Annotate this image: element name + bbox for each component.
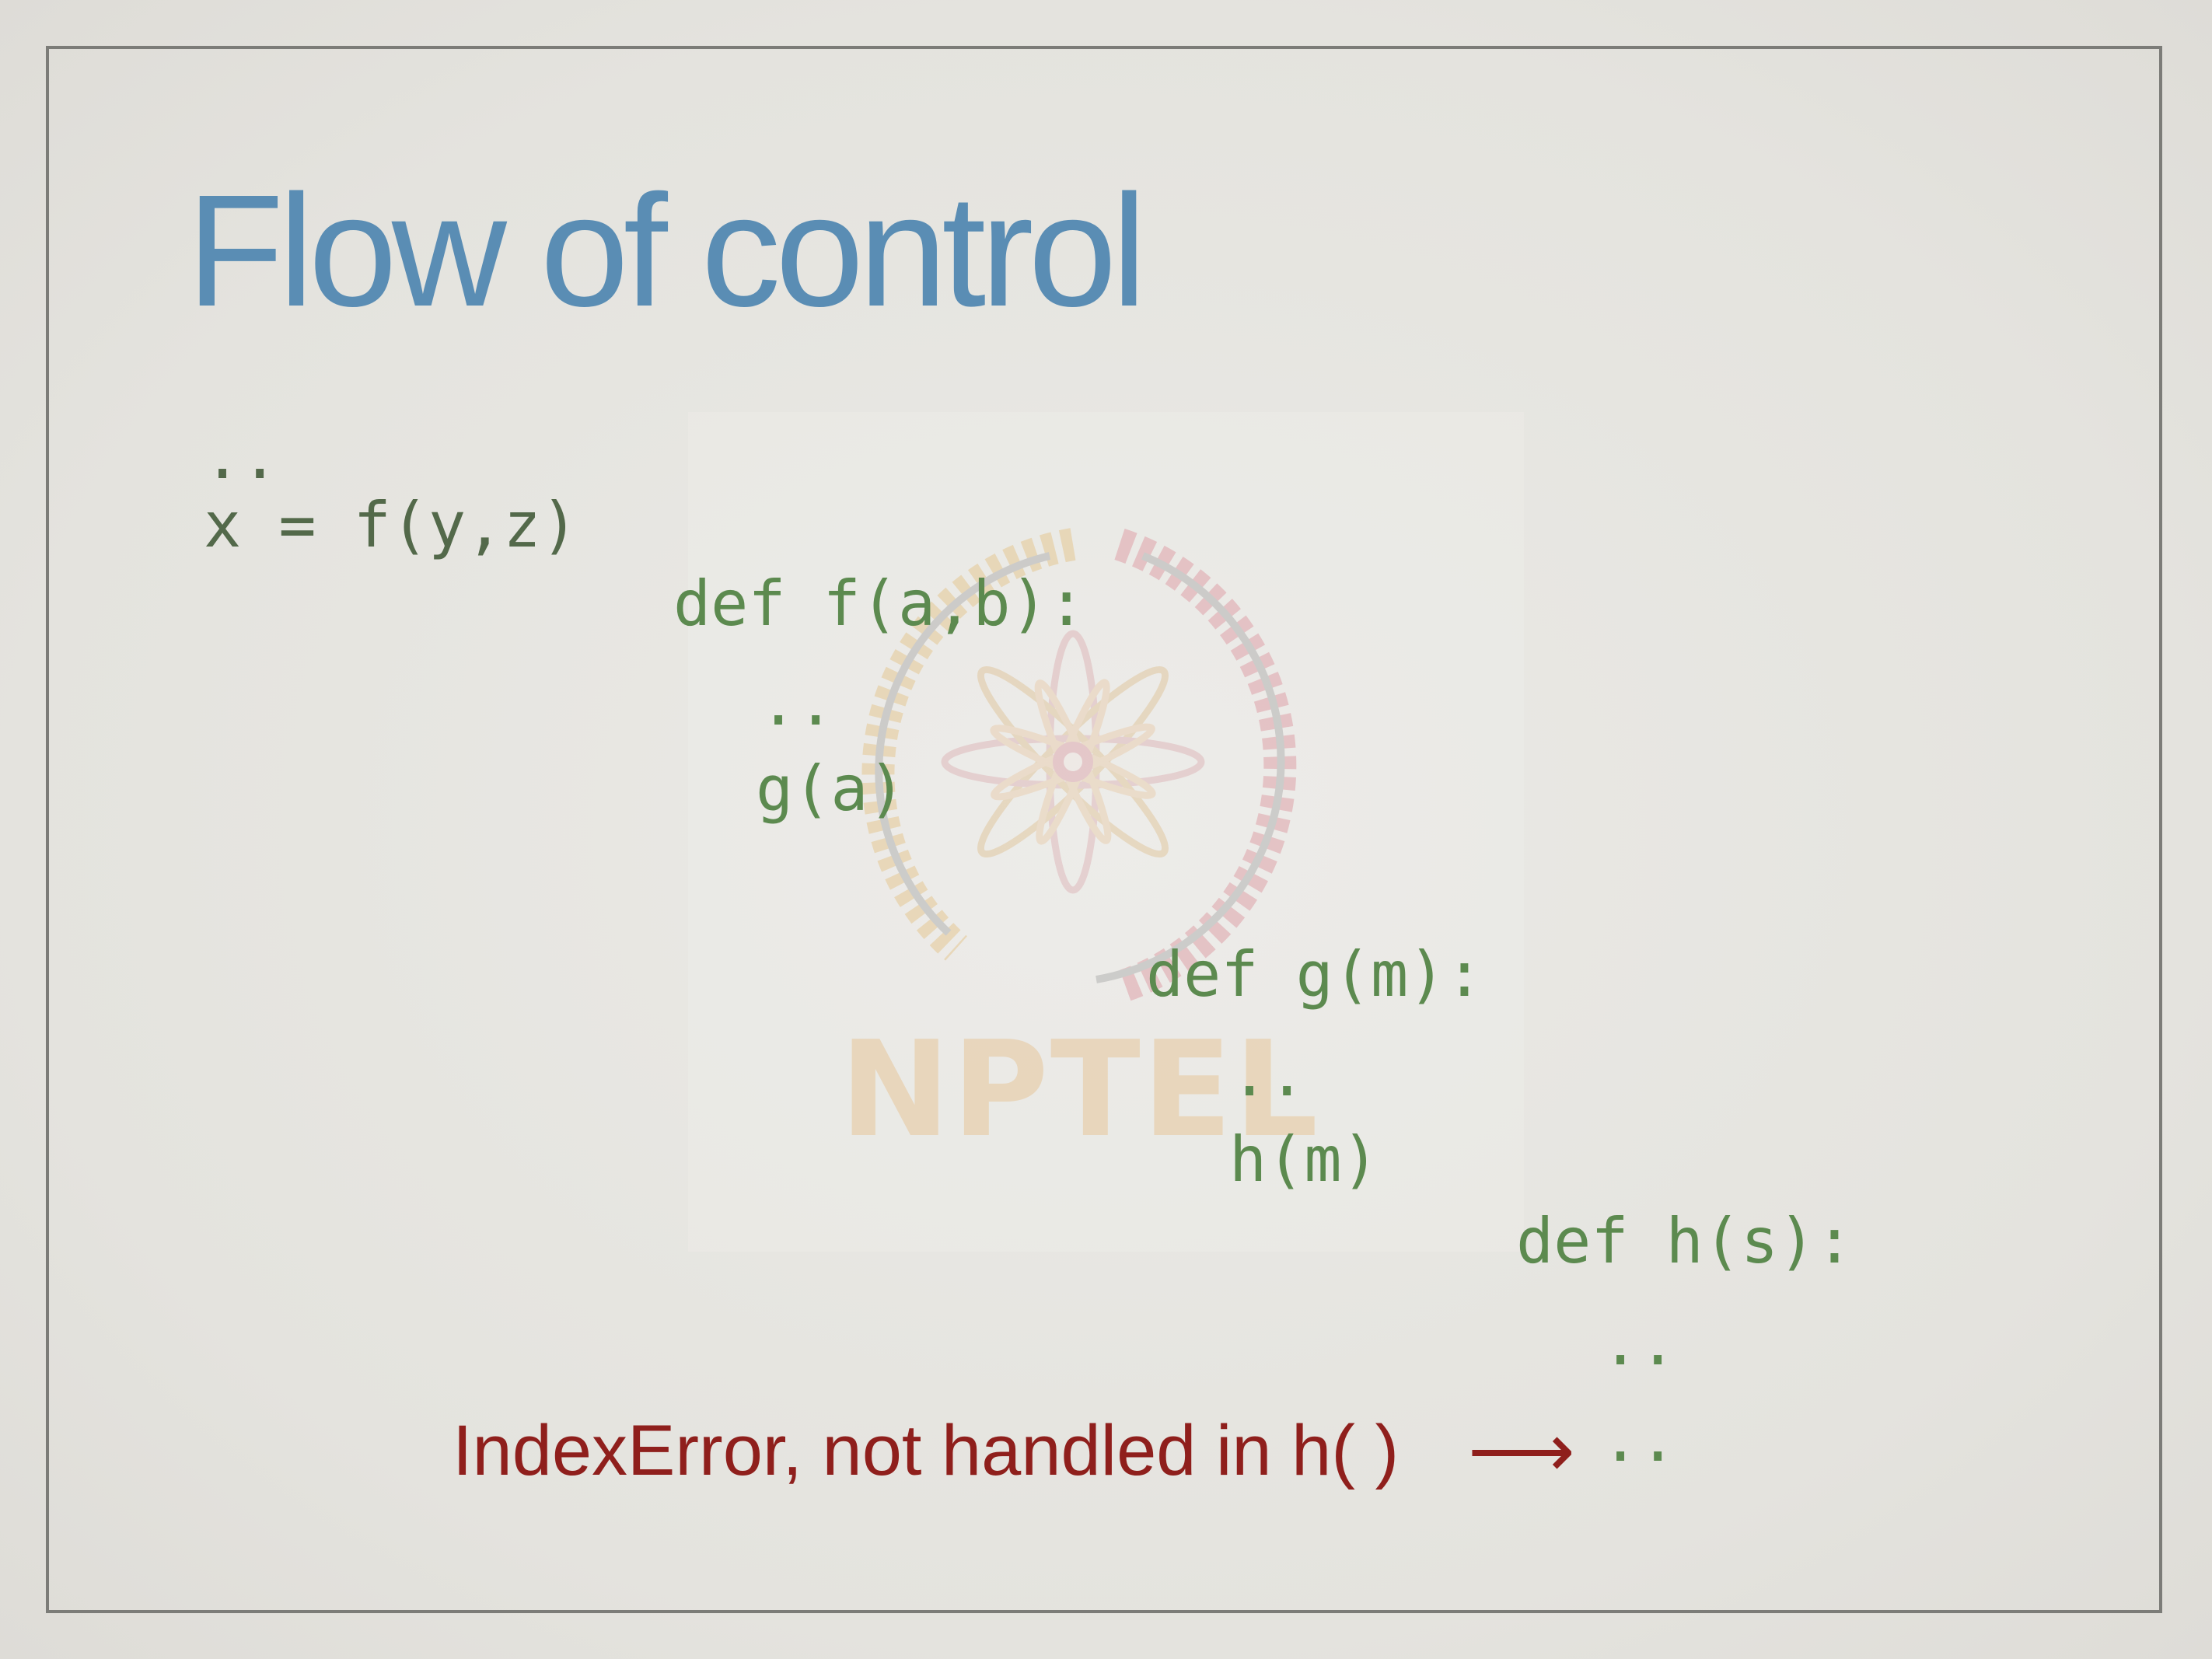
code-line-def-h: def h(s): [1516, 1205, 1854, 1277]
code-line-h-ellipsis-2: .. [1602, 1403, 1677, 1476]
code-line-caller-ellipsis: .. [204, 421, 279, 493]
code-line-def-g: def g(m): [1146, 938, 1483, 1011]
code-line-call-f: x = f(y,z) [204, 489, 578, 561]
slide: NPTEL Flow of control .. x = f(y,z) def … [0, 0, 2212, 1659]
code-line-h-ellipsis-1: .. [1602, 1307, 1677, 1379]
code-line-f-ellipsis: .. [760, 667, 835, 739]
arrow-right-icon: ⟶ [1468, 1407, 1575, 1494]
code-line-def-f: def f(a,b): [673, 568, 1085, 640]
code-line-g-ellipsis: .. [1231, 1038, 1306, 1110]
code-line-call-g: g(a) [756, 753, 906, 825]
error-annotation: IndexError, not handled in h( ) [453, 1411, 1400, 1490]
slide-title: Flow of control [187, 162, 1147, 340]
code-line-call-h: h(m) [1229, 1123, 1379, 1196]
